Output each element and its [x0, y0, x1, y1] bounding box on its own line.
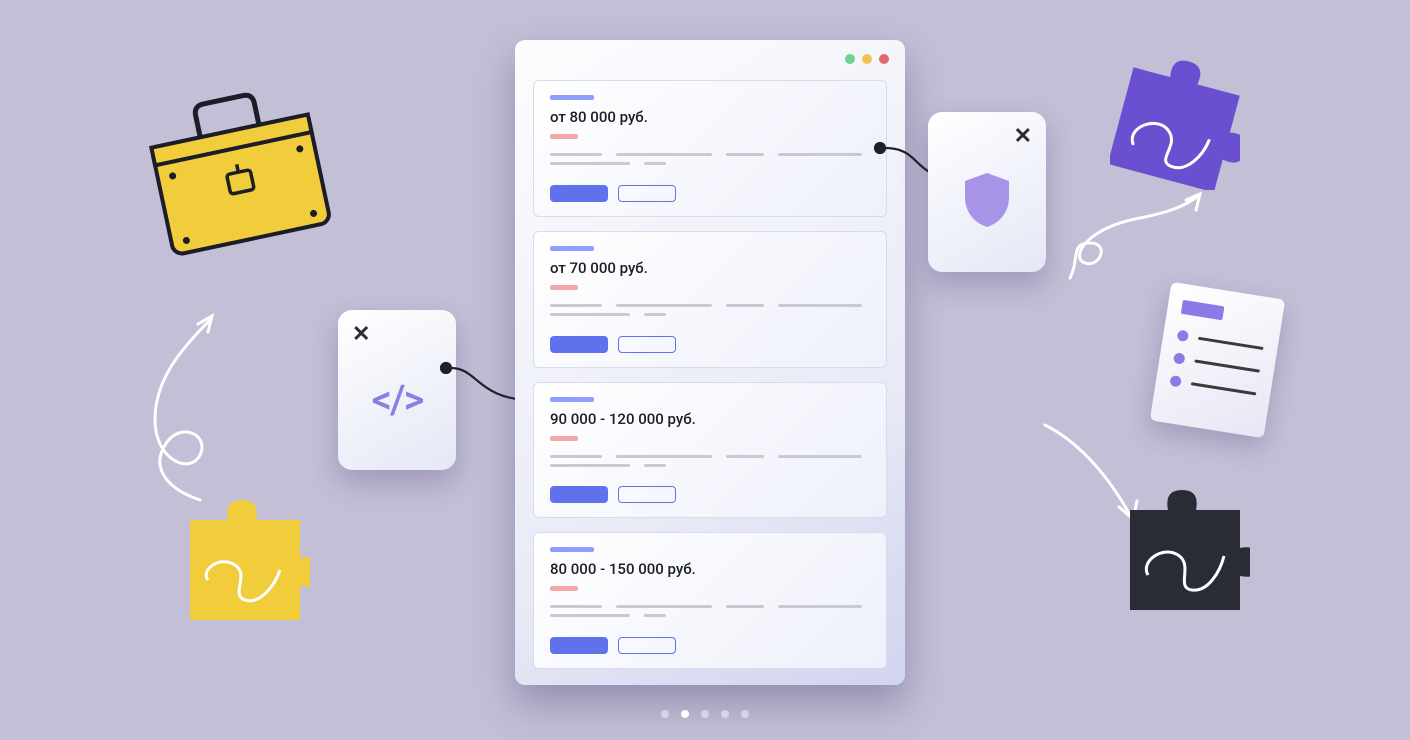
carousel-dot-active[interactable] — [681, 710, 689, 718]
carousel-dot[interactable] — [741, 710, 749, 718]
carousel-dot[interactable] — [721, 710, 729, 718]
puzzle-black-illustration — [1120, 490, 1250, 620]
secondary-button[interactable] — [618, 486, 676, 503]
carousel-dot[interactable] — [661, 710, 669, 718]
salary-text: 90 000 - 120 000 руб. — [550, 410, 870, 428]
shield-icon — [955, 167, 1019, 235]
window-dot-yellow — [862, 54, 872, 64]
listing-card: 90 000 - 120 000 руб. — [533, 382, 887, 519]
window-dot-green — [845, 54, 855, 64]
primary-button[interactable] — [550, 336, 608, 353]
listing-card: от 70 000 руб. — [533, 231, 887, 368]
close-icon[interactable]: ✕ — [1014, 124, 1032, 149]
primary-button[interactable] — [550, 637, 608, 654]
primary-button[interactable] — [550, 486, 608, 503]
listing-card: 80 000 - 150 000 руб. — [533, 532, 887, 669]
salary-text: 80 000 - 150 000 руб. — [550, 560, 870, 578]
carousel-dots — [661, 710, 749, 718]
secondary-button[interactable] — [618, 185, 676, 202]
primary-button[interactable] — [550, 185, 608, 202]
browser-window: от 80 000 руб. от 70 000 руб. 90 000 - 1… — [515, 40, 905, 685]
salary-text: от 80 000 руб. — [550, 108, 870, 126]
window-dot-red — [879, 54, 889, 64]
salary-text: от 70 000 руб. — [550, 259, 870, 277]
popup-shield-card: ✕ — [928, 112, 1046, 272]
window-controls — [845, 54, 889, 64]
secondary-button[interactable] — [618, 336, 676, 353]
listing-card: от 80 000 руб. — [533, 80, 887, 217]
checklist-illustration — [1150, 282, 1285, 438]
code-icon: </> — [372, 376, 423, 423]
carousel-dot[interactable] — [701, 710, 709, 718]
briefcase-illustration — [130, 80, 350, 280]
arrow-right-top-illustration — [1060, 188, 1210, 298]
secondary-button[interactable] — [618, 637, 676, 654]
puzzle-yellow-illustration — [180, 500, 310, 630]
puzzle-purple-illustration — [1110, 60, 1240, 190]
arrow-left-illustration — [100, 300, 260, 520]
close-icon[interactable]: ✕ — [352, 322, 370, 347]
